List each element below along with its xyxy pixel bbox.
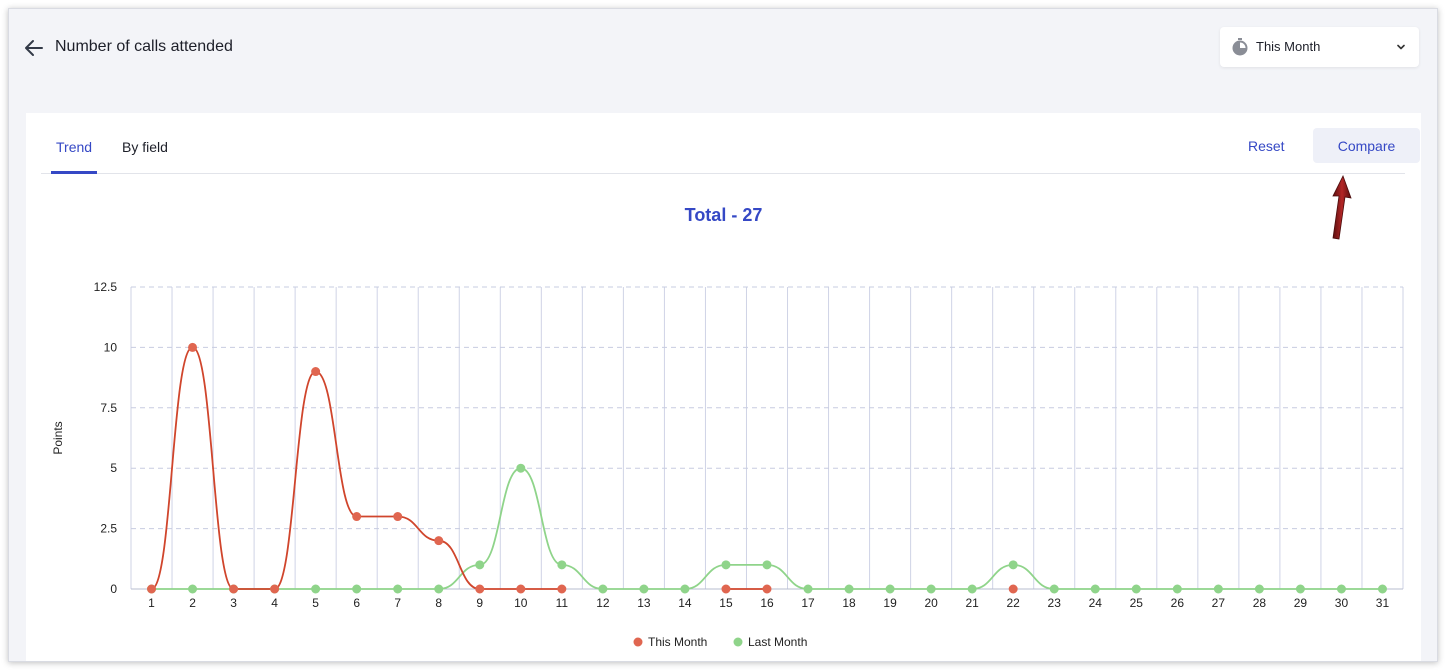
legend-label: Last Month [748, 635, 807, 649]
x-tick-label: 4 [271, 596, 278, 610]
last-month-point [803, 584, 813, 594]
last-month-point [721, 560, 731, 570]
x-tick-label: 3 [230, 596, 237, 610]
x-tick-label: 29 [1294, 596, 1308, 610]
this-month-point [516, 584, 526, 594]
last-month-point [311, 584, 321, 594]
x-tick-label: 18 [842, 596, 856, 610]
legend-label: This Month [648, 635, 707, 649]
last-month-point [557, 560, 567, 570]
last-month-point [434, 584, 444, 594]
x-tick-label: 22 [1007, 596, 1021, 610]
report-card: Trend By field Reset Compare Total - 27 … [26, 113, 1421, 661]
last-month-point [393, 584, 403, 594]
x-tick-label: 14 [678, 596, 692, 610]
last-month-point [639, 584, 649, 594]
last-month-point [352, 584, 362, 594]
x-tick-label: 25 [1130, 596, 1144, 610]
last-month-point [1254, 584, 1264, 594]
x-tick-label: 11 [556, 596, 569, 610]
last-month-point [188, 584, 198, 594]
last-month-point [967, 584, 977, 594]
last-month-point [762, 560, 772, 570]
x-tick-label: 15 [719, 596, 733, 610]
y-tick-label: 7.5 [100, 401, 117, 415]
last-month-point [1377, 584, 1387, 594]
x-tick-label: 20 [924, 596, 938, 610]
last-month-point [475, 560, 485, 570]
x-tick-label: 28 [1253, 596, 1267, 610]
x-tick-label: 8 [435, 596, 442, 610]
last-month-point [1049, 584, 1059, 594]
y-tick-label: 12.5 [94, 280, 118, 294]
last-month-point [680, 584, 690, 594]
last-month-point [516, 463, 526, 473]
this-month-point [270, 584, 280, 594]
last-month-point [1131, 584, 1141, 594]
x-tick-label: 7 [394, 596, 401, 610]
y-tick-label: 2.5 [100, 522, 117, 536]
this-month-point [393, 512, 403, 522]
y-tick-label: 5 [110, 461, 117, 475]
this-month-point [147, 584, 157, 594]
x-tick-label: 24 [1089, 596, 1103, 610]
this-month-point [229, 584, 239, 594]
x-tick-label: 13 [637, 596, 651, 610]
stopwatch-icon [1232, 38, 1248, 56]
back-arrow-icon[interactable] [23, 37, 45, 59]
last-month-point [1295, 584, 1305, 594]
x-tick-label: 9 [476, 596, 483, 610]
this-month-point [311, 367, 321, 377]
x-tick-label: 17 [801, 596, 815, 610]
period-label: This Month [1256, 39, 1321, 54]
annotation-arrow-icon [1332, 174, 1352, 240]
last-month-point [926, 584, 936, 594]
period-dropdown[interactable]: This Month [1220, 27, 1419, 67]
x-tick-label: 16 [760, 596, 774, 610]
last-month-point [885, 584, 895, 594]
last-month-point [598, 584, 608, 594]
this-month-point [721, 584, 731, 594]
y-axis-label: Points [51, 421, 65, 454]
this-month-point [434, 536, 444, 546]
trend-chart: 02.557.51012.51 2 3 4 5 6 7 8 9 10 11 12 13 14 15 16 17 1… [51, 280, 1404, 649]
page-title: Number of calls attended [55, 38, 233, 55]
x-tick-label: 2 [189, 596, 196, 610]
legend-marker [733, 637, 743, 647]
x-tick-label: 10 [514, 596, 528, 610]
x-tick-label: 27 [1212, 596, 1226, 610]
y-tick-label: 0 [110, 582, 117, 596]
last-month-point [1090, 584, 1100, 594]
x-tick-label: 1 [148, 596, 155, 610]
x-tick-label: 31 [1376, 596, 1390, 610]
x-tick-label: 12 [596, 596, 610, 610]
y-tick-label: 10 [104, 340, 118, 354]
this-month-point [188, 342, 198, 352]
this-month-point [557, 584, 567, 594]
x-tick-label: 5 [312, 596, 319, 610]
chevron-down-icon [1397, 44, 1405, 50]
this-month-point [352, 512, 362, 522]
x-tick-label: 19 [883, 596, 897, 610]
x-tick-label: 6 [353, 596, 360, 610]
last-month-point [1172, 584, 1182, 594]
last-month-point [844, 584, 854, 594]
last-month-point [1336, 584, 1346, 594]
report-window: Number of calls attended This Month Tren… [8, 8, 1438, 662]
this-month-point [475, 584, 485, 594]
x-tick-label: 26 [1171, 596, 1185, 610]
this-month-point [1008, 584, 1018, 594]
x-tick-label: 21 [965, 596, 979, 610]
x-tick-label: 30 [1335, 596, 1349, 610]
x-tick-label: 23 [1048, 596, 1062, 610]
last-month-point [1213, 584, 1223, 594]
last-month-point [1008, 560, 1018, 570]
this-month-point [762, 584, 772, 594]
legend-marker [633, 637, 643, 647]
